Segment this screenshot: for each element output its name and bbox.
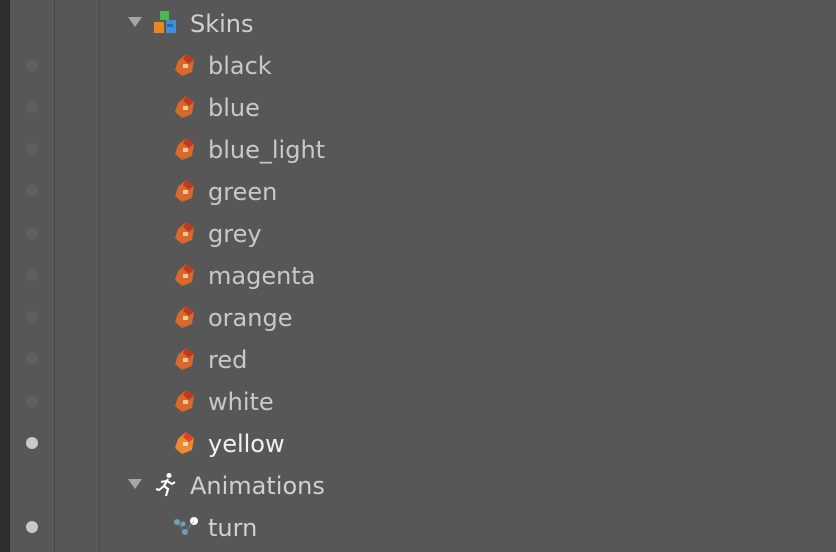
skin-icon — [175, 54, 194, 76]
skin-label: orange — [208, 304, 293, 332]
skin-icon — [175, 222, 194, 244]
visibility-dot[interactable] — [26, 269, 38, 281]
tree-node-skin[interactable]: blue_light — [0, 128, 836, 170]
visibility-dot[interactable] — [26, 437, 38, 449]
tree-node-skin[interactable]: blue — [0, 86, 836, 128]
skin-icon — [175, 96, 194, 118]
skin-label: red — [208, 346, 248, 374]
skin-icon — [175, 264, 194, 286]
visibility-dot[interactable] — [26, 227, 38, 239]
tree-node-skin[interactable]: red — [0, 338, 836, 380]
tree-node-skin[interactable]: grey — [0, 212, 836, 254]
expand-arrow-icon[interactable] — [128, 17, 142, 27]
skin-label: black — [208, 52, 272, 80]
visibility-dot[interactable] — [26, 101, 38, 113]
tree-node-skin[interactable]: green — [0, 170, 836, 212]
expand-arrow-icon[interactable] — [128, 479, 142, 489]
visibility-dot[interactable] — [26, 311, 38, 323]
visibility-dot[interactable] — [26, 185, 38, 197]
skin-label: white — [208, 388, 274, 416]
tree-node-skin[interactable]: magenta — [0, 254, 836, 296]
skin-label: magenta — [208, 262, 316, 290]
visibility-dot[interactable] — [26, 353, 38, 365]
skin-icon — [175, 390, 194, 412]
tree-node-skin[interactable]: black — [0, 44, 836, 86]
visibility-dot[interactable] — [26, 143, 38, 155]
skeleton-tree: Skins black blue blue_light green grey m… — [0, 0, 836, 552]
skin-icon — [175, 138, 194, 160]
skin-icon — [175, 306, 194, 328]
animation-label: turn — [208, 514, 258, 542]
skin-label: grey — [208, 220, 262, 248]
skin-label: blue — [208, 94, 260, 122]
tree-node-skin-active[interactable]: yellow — [0, 422, 836, 464]
skin-icon — [175, 432, 194, 454]
tree-node-animation[interactable]: turn — [0, 506, 836, 548]
visibility-dot[interactable] — [26, 59, 38, 71]
visibility-dot[interactable] — [26, 395, 38, 407]
animations-icon — [155, 473, 176, 497]
tree-node-skin[interactable]: white — [0, 380, 836, 422]
visibility-dot[interactable] — [26, 521, 38, 533]
skin-icon — [175, 180, 194, 202]
skin-label: green — [208, 178, 278, 206]
skin-label: blue_light — [208, 136, 326, 164]
skins-icon — [154, 11, 176, 33]
animations-group-label: Animations — [190, 472, 325, 500]
skin-label: yellow — [208, 430, 285, 458]
tree-node-skin[interactable]: orange — [0, 296, 836, 338]
tree-node-animations[interactable]: Animations — [0, 464, 836, 506]
tree-node-skins[interactable]: Skins — [0, 2, 836, 44]
skins-group-label: Skins — [190, 10, 254, 38]
animation-icon — [174, 517, 198, 535]
skin-icon — [175, 348, 194, 370]
